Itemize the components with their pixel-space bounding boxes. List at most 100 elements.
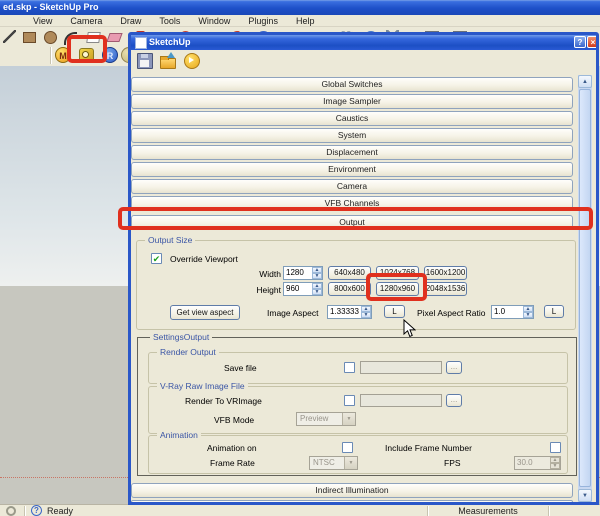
menu-help[interactable]: Help	[287, 16, 324, 26]
pixel-aspect-spinbox[interactable]: 1.0 ▲ ▼	[491, 305, 534, 319]
save-settings-icon[interactable]	[136, 52, 153, 69]
rollout-vfb-channels[interactable]: VFB Channels	[131, 196, 573, 211]
image-aspect-spinner[interactable]: ▲ ▼	[361, 306, 371, 318]
menu-window[interactable]: Window	[189, 16, 239, 26]
rollout-environment[interactable]: Environment	[131, 162, 573, 177]
width-label: Width	[259, 269, 281, 279]
rollout-partial-next[interactable]	[131, 500, 573, 502]
dialog-scrollbar[interactable]: ▲ ▼	[578, 75, 592, 502]
scroll-up-icon[interactable]: ▲	[578, 75, 592, 88]
vrimage-path-input[interactable]	[360, 394, 442, 407]
pixel-aspect-lock-button[interactable]: L	[544, 305, 564, 318]
dialog-help-button[interactable]: ?	[574, 36, 586, 48]
rollout-image-sampler[interactable]: Image Sampler	[131, 94, 573, 109]
pixel-aspect-value[interactable]: 1.0	[492, 306, 523, 318]
include-frame-checkbox[interactable]	[550, 442, 561, 453]
width-value[interactable]: 1280	[284, 267, 312, 279]
preset-2048x1536-button[interactable]: 2048x1536	[424, 282, 467, 296]
animation-group: Animation Animation on Include Frame Num…	[148, 430, 568, 474]
scroll-down-icon[interactable]: ▼	[578, 489, 592, 502]
load-settings-icon[interactable]	[159, 52, 177, 69]
frame-rate-value: NTSC	[313, 458, 335, 467]
vray-material-editor-button[interactable]: M	[55, 47, 71, 63]
circle-tool-icon[interactable]	[42, 29, 57, 44]
animation-label: Animation	[157, 430, 201, 440]
statusbar: ? Ready Measurements	[0, 504, 600, 516]
save-file-path-input[interactable]	[360, 361, 442, 374]
dialog-title: SketchUp	[149, 37, 191, 47]
menu-tools[interactable]: Tools	[150, 16, 189, 26]
line-tool-icon[interactable]	[2, 29, 17, 44]
vrimage-browse-button[interactable]: ...	[446, 394, 462, 407]
preset-1600x1200-button[interactable]: 1600x1200	[424, 266, 467, 280]
preset-800x600-button[interactable]: 800x600	[328, 282, 371, 296]
pixel-aspect-label: Pixel Aspect Ratio	[417, 308, 486, 318]
override-viewport-checkbox[interactable]: ✔	[151, 253, 162, 264]
animation-on-checkbox[interactable]	[342, 442, 353, 453]
measurements-field[interactable]	[551, 505, 600, 516]
vray-options-dialog: SketchUp ? × Global Switches Image Sampl…	[128, 32, 599, 505]
status-help-icon[interactable]: ?	[31, 505, 42, 516]
save-file-checkbox[interactable]	[344, 362, 355, 373]
menu-plugins[interactable]: Plugins	[239, 16, 287, 26]
status-orbit-icon	[6, 506, 16, 516]
save-file-browse-button[interactable]: ...	[446, 361, 462, 374]
arc-tool-icon[interactable]	[62, 29, 77, 45]
vray-render-button[interactable]: R	[102, 47, 118, 63]
vray-options-button[interactable]	[78, 47, 94, 63]
image-aspect-label: Image Aspect	[267, 308, 319, 318]
fps-spinner[interactable]: ▲ ▼	[550, 457, 560, 469]
fps-label: FPS	[444, 458, 461, 468]
preset-1024x768-button[interactable]: 1024x768	[376, 266, 419, 280]
fps-spinbox[interactable]: 30.0 ▲ ▼	[514, 456, 561, 470]
preset-1280x960-button[interactable]: 1280x960	[376, 282, 419, 296]
spin-down-icon[interactable]: ▼	[361, 312, 371, 318]
rollout-output[interactable]: Output	[131, 215, 573, 230]
menubar: View Camera Draw Tools Window Plugins He…	[0, 15, 600, 27]
render-icon[interactable]	[183, 52, 200, 69]
polygon-tool-icon[interactable]	[85, 29, 101, 44]
height-spinner[interactable]: ▲ ▼	[312, 283, 322, 295]
rollout-indirect-illumination[interactable]: Indirect Illumination	[131, 483, 573, 498]
combo-arrow-icon[interactable]: ▼	[342, 413, 355, 425]
get-view-aspect-button[interactable]: Get view aspect	[170, 305, 240, 320]
pixel-aspect-spinner[interactable]: ▲ ▼	[523, 306, 533, 318]
rectangle-tool-icon[interactable]	[21, 29, 36, 44]
image-aspect-value[interactable]: 1.33333	[328, 306, 361, 318]
vfb-mode-label: VFB Mode	[214, 415, 255, 425]
dialog-close-button[interactable]: ×	[587, 36, 596, 48]
menu-draw[interactable]: Draw	[111, 16, 150, 26]
height-spinbox[interactable]: 960 ▲ ▼	[283, 282, 323, 296]
spin-down-icon[interactable]: ▼	[312, 273, 322, 279]
dialog-toolbar	[131, 50, 596, 74]
render-to-vrimage-checkbox[interactable]	[344, 395, 355, 406]
rollout-global-switches[interactable]: Global Switches	[131, 77, 573, 92]
menu-view[interactable]: View	[24, 16, 61, 26]
image-aspect-spinbox[interactable]: 1.33333 ▲ ▼	[327, 305, 372, 319]
width-spinbox[interactable]: 1280 ▲ ▼	[283, 266, 323, 280]
spin-down-icon[interactable]: ▼	[550, 463, 560, 469]
frame-rate-label: Frame Rate	[210, 458, 255, 468]
rollout-system[interactable]: System	[131, 128, 573, 143]
dialog-titlebar[interactable]: SketchUp ? ×	[131, 35, 596, 50]
vfb-mode-select[interactable]: Preview ▼	[296, 412, 356, 426]
eraser-tool-icon[interactable]	[106, 29, 123, 44]
spin-down-icon[interactable]: ▼	[523, 312, 533, 318]
preset-640x480-button[interactable]: 640x480	[328, 266, 371, 280]
rollout-caustics[interactable]: Caustics	[131, 111, 573, 126]
scrollbar-thumb[interactable]	[579, 89, 591, 487]
animation-on-label: Animation on	[207, 443, 257, 453]
rollout-displacement[interactable]: Displacement	[131, 145, 573, 160]
image-aspect-lock-button[interactable]: L	[384, 305, 405, 318]
menu-camera[interactable]: Camera	[61, 16, 111, 26]
dialog-app-icon	[135, 37, 147, 49]
spin-down-icon[interactable]: ▼	[312, 289, 322, 295]
height-value[interactable]: 960	[284, 283, 312, 295]
measurements-label: Measurements	[458, 506, 518, 516]
window-titlebar[interactable]: ed.skp - SketchUp Pro	[0, 0, 600, 15]
combo-arrow-icon[interactable]: ▼	[344, 457, 357, 469]
vfb-mode-value: Preview	[300, 414, 329, 423]
width-spinner[interactable]: ▲ ▼	[312, 267, 322, 279]
frame-rate-select[interactable]: NTSC ▼	[309, 456, 358, 470]
rollout-camera[interactable]: Camera	[131, 179, 573, 194]
